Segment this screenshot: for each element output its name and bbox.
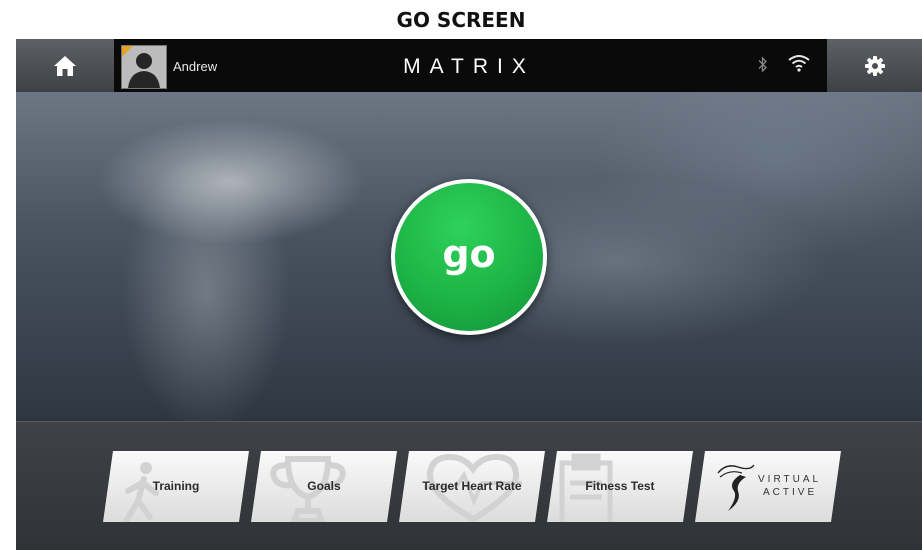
- gear-icon: [864, 55, 885, 76]
- training-tile[interactable]: Training: [103, 451, 249, 522]
- page-title: GO SCREEN: [396, 8, 526, 32]
- user-name: Andrew: [173, 59, 218, 74]
- bottom-bar: Training Goals Target Heart Rate Fitness…: [16, 421, 922, 550]
- top-bar: Andrew MATRIX: [16, 39, 922, 92]
- goals-tile[interactable]: Goals: [251, 451, 397, 522]
- fitness-test-tile[interactable]: Fitness Test: [547, 451, 693, 522]
- settings-button[interactable]: [827, 39, 922, 92]
- tile-label-training: Training: [152, 479, 200, 493]
- go-button[interactable]: go: [391, 179, 547, 335]
- go-label: go: [442, 232, 496, 276]
- go-button-face: go: [395, 183, 543, 331]
- wifi-icon: [788, 55, 810, 72]
- bluetooth-icon: [758, 56, 767, 73]
- virtual-active-line1: VIRTUAL: [758, 474, 822, 485]
- app-screen: Andrew MATRIX go Training Goals Target H…: [16, 39, 922, 550]
- virtual-active-tile[interactable]: VIRTUAL ACTIVE: [695, 451, 841, 522]
- virtual-active-text: VIRTUAL ACTIVE: [758, 473, 821, 499]
- home-button[interactable]: [16, 39, 114, 92]
- home-icon: [54, 55, 76, 76]
- tile-label-target-heart-rate: Target Heart Rate: [422, 479, 522, 493]
- brand-logo: MATRIX: [403, 55, 535, 78]
- tile-label-fitness-test: Fitness Test: [585, 479, 655, 493]
- target-heart-rate-tile[interactable]: Target Heart Rate: [399, 451, 545, 522]
- virtual-active-logo: [717, 464, 755, 511]
- virtual-active-line2: ACTIVE: [763, 487, 818, 498]
- avatar[interactable]: [121, 45, 167, 89]
- avatar-corner-badge: [122, 46, 133, 57]
- tile-label-goals: Goals: [307, 479, 341, 493]
- main-area: go: [16, 92, 922, 421]
